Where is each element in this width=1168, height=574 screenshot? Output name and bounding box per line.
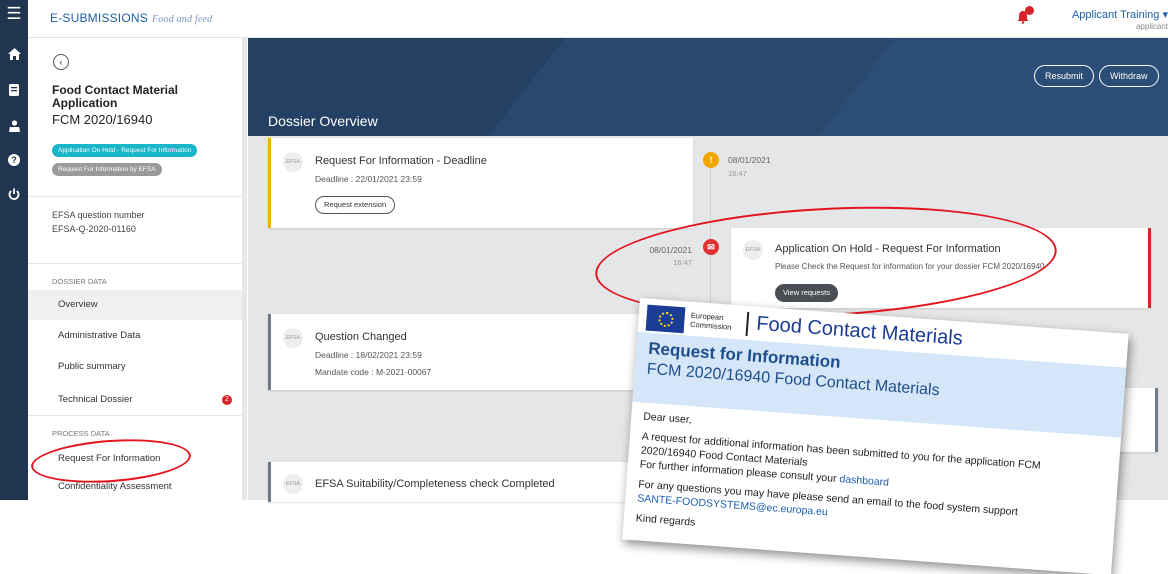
divider xyxy=(28,263,242,264)
email-notification: European Commission Food Contact Materia… xyxy=(622,298,1129,574)
withdraw-button[interactable]: Withdraw xyxy=(1099,65,1159,87)
svg-text:?: ? xyxy=(11,155,17,165)
application-title: Food Contact Material Application xyxy=(52,83,179,110)
email-greeting: Dear user, xyxy=(642,410,693,427)
dashboard-link[interactable]: dashboard xyxy=(839,473,889,489)
user-menu[interactable]: Applicant Training ▾ applicant xyxy=(1056,9,1168,33)
user-icon[interactable] xyxy=(4,116,24,136)
menu-icon[interactable]: ☰ xyxy=(4,4,24,24)
notification-badge xyxy=(1025,6,1034,15)
nav-item-public-summary[interactable]: Public summary xyxy=(28,352,242,382)
email-banner: Request for Information FCM 2020/16940 F… xyxy=(632,331,1127,438)
alert-icon: ! xyxy=(703,152,719,168)
efsa-avatar: EFSA xyxy=(283,152,303,172)
card-title: Request For Information - Deadline xyxy=(315,155,487,167)
application-number: FCM 2020/16940 xyxy=(52,112,153,127)
dossier-sidebar: ‹ Food Contact Material Application FCM … xyxy=(28,38,246,500)
question-number-value: EFSA-Q-2020-01160 xyxy=(52,224,136,234)
notification-bell[interactable] xyxy=(1016,6,1034,24)
email-closing: Kind regards xyxy=(635,512,696,529)
user-name: Applicant Training ▾ xyxy=(1071,9,1168,21)
page-title: Dossier Overview xyxy=(268,113,378,129)
top-bar: E-SUBMISSIONS Food and feed Applicant Tra… xyxy=(28,0,1168,38)
brand-subtitle: Food and feed xyxy=(151,14,213,25)
power-icon[interactable] xyxy=(4,184,24,204)
app-window: ☰ ? E-SUBMISSIONS Food and feed Applicant… xyxy=(0,0,1168,574)
resubmit-button[interactable]: Resubmit xyxy=(1034,65,1095,87)
hero-banner: Dossier Overview Resubmit Withdraw xyxy=(248,38,1168,136)
card-title: Question Changed xyxy=(315,331,407,343)
deadline-text: Deadline : 22/01/2021 23:59 xyxy=(315,174,422,184)
nav-item-administrative-data[interactable]: Administrative Data xyxy=(28,321,242,351)
event-date: 08/01/2021 xyxy=(728,155,771,165)
section-heading-process-data: PROCESS DATA xyxy=(52,429,110,438)
efsa-avatar: EFSA xyxy=(283,474,303,494)
status-badge: Request For Information by EFSA xyxy=(52,163,162,176)
brand[interactable]: E-SUBMISSIONS Food and feed xyxy=(50,11,212,25)
ec-logo-text: European Commission xyxy=(690,311,732,332)
user-role: applicant xyxy=(1135,22,1168,31)
nav-item-label: Technical Dossier xyxy=(58,394,133,405)
chevron-left-icon: ‹ xyxy=(59,57,63,67)
logo-divider xyxy=(745,311,750,336)
timeline-card-question-changed: EFSA Question Changed Deadline : 18/02/2… xyxy=(268,314,693,390)
status-badge: Application On Hold - Request For Inform… xyxy=(52,144,198,157)
timeline-card-deadline: EFSA Request For Information - Deadline … xyxy=(268,138,693,228)
back-button[interactable]: ‹ xyxy=(53,54,69,70)
question-number-label: EFSA question number xyxy=(52,210,145,220)
eu-flag-logo xyxy=(645,304,686,334)
sidebar-scrollbar[interactable] xyxy=(242,38,247,500)
section-heading-dossier-data: DOSSIER DATA xyxy=(52,277,107,286)
deadline-text: Deadline : 18/02/2021 23:59 xyxy=(315,350,422,360)
efsa-avatar: EFSA xyxy=(283,328,303,348)
event-time: 16:47 xyxy=(728,169,747,178)
request-extension-button[interactable]: Request extension xyxy=(315,196,396,214)
brand-title: E-SUBMISSIONS xyxy=(50,11,148,25)
icon-rail: ☰ ? xyxy=(0,0,28,500)
nav-item-overview[interactable]: Overview xyxy=(28,290,242,320)
nav-item-technical-dossier[interactable]: Technical Dossier 2 xyxy=(28,385,242,415)
ec-line-2: Commission xyxy=(689,319,732,332)
divider xyxy=(28,196,242,197)
document-icon[interactable] xyxy=(4,80,24,100)
divider xyxy=(28,415,242,416)
mandate-code-text: Mandate code : M-2021-00067 xyxy=(315,367,432,377)
count-badge: 2 xyxy=(222,395,232,405)
card-title: EFSA Suitability/Completeness check Comp… xyxy=(315,478,555,490)
help-icon[interactable]: ? xyxy=(4,150,24,170)
home-icon[interactable] xyxy=(4,44,24,64)
